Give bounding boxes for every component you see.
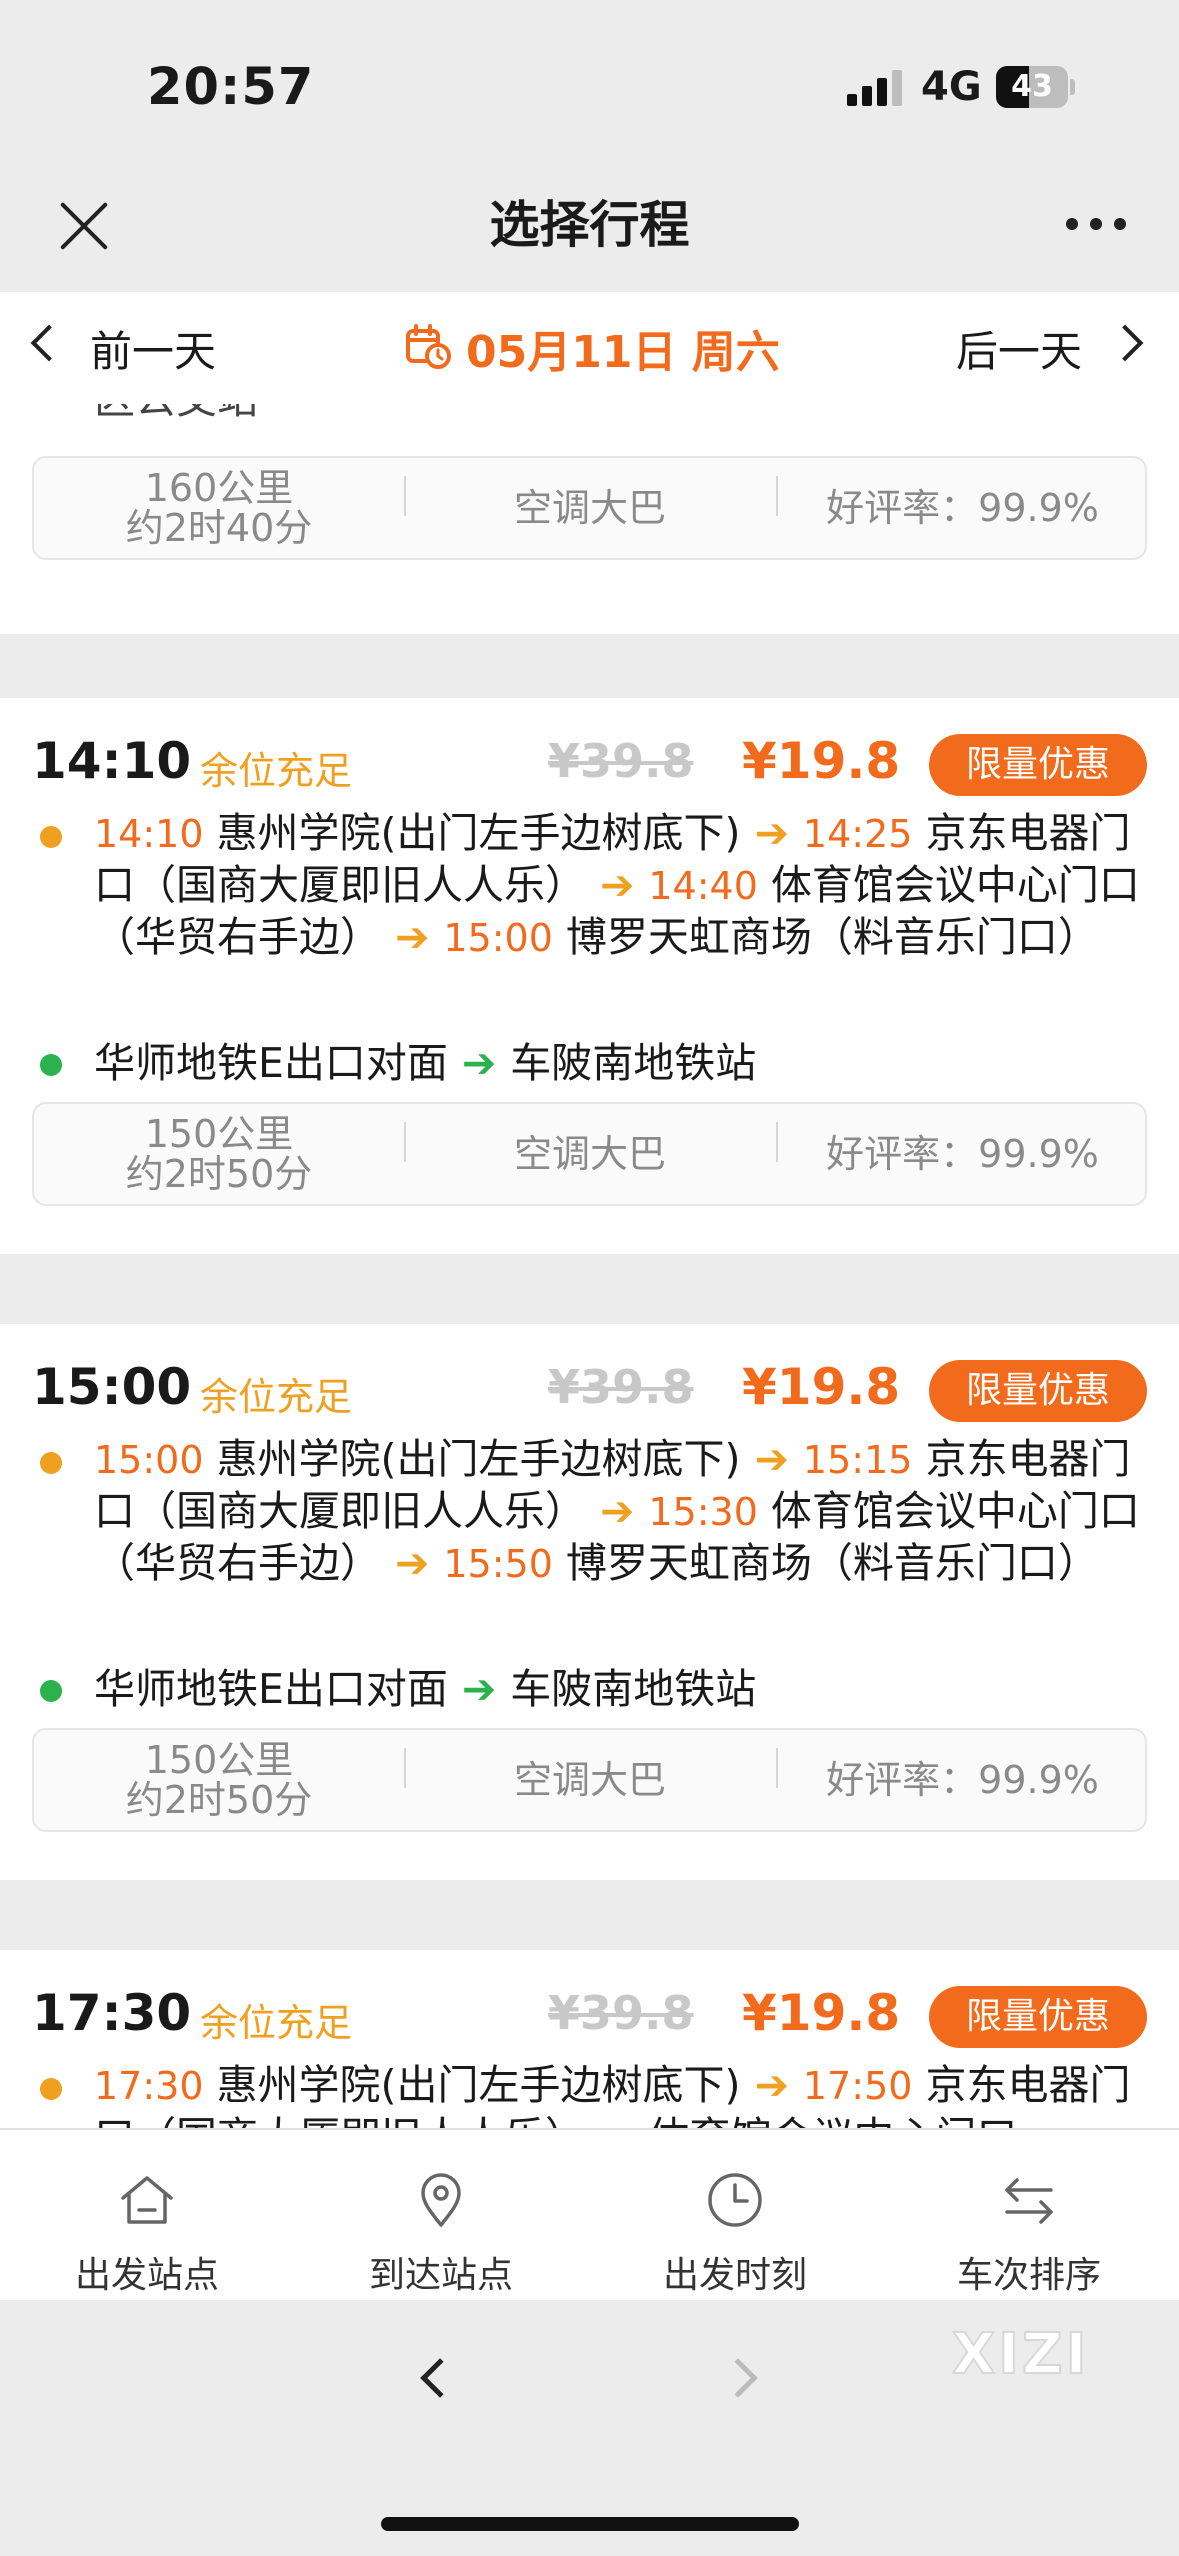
price: ¥19.8 (742, 732, 901, 790)
seat-status: 余位充足 (200, 1375, 353, 1419)
arrow-right-icon: ➔ (600, 861, 635, 909)
stop-cut-text: 区公交站 (94, 404, 1144, 425)
calendar-icon[interactable] (404, 322, 452, 370)
distance: 150公里 (144, 1738, 294, 1782)
original-price: ¥39.8 (548, 734, 694, 788)
departure-time: 17:30 (32, 1984, 192, 2042)
battery-icon: 43 (996, 66, 1075, 108)
departure-time: 15:00 (32, 1358, 192, 1416)
boarding-stops: 14:10 惠州学院(出门左手边树底下) ➔ 14:25 京东电器门口（国商大厦即旧… (94, 809, 1140, 961)
departure-time: 14:10 (32, 732, 192, 790)
boarding-stops: 15:00 惠州学院(出门左手边树底下) ➔ 15:15 京东电器门口（国商大厦即旧… (94, 1435, 1140, 1587)
alighting-stops: 华师地铁E出口对面 ➔ 车陂南地铁站 (94, 1039, 757, 1087)
tab-departure-station[interactable]: 出发站点 (0, 2170, 294, 2298)
original-price: ¥39.8 (548, 1986, 694, 2040)
trip-card[interactable]: 15:00 余位充足 ¥39.8 ¥19.8 限量优惠 15:00 惠州学院(出… (0, 1324, 1179, 1880)
price: ¥19.8 (742, 1984, 901, 2042)
alighting-dot-icon (40, 1680, 62, 1702)
seat-status: 余位充足 (200, 749, 353, 793)
tab-label: 车次排序 (956, 2255, 1101, 2296)
distance: 150公里 (144, 1112, 294, 1156)
arrow-right-icon: ➔ (600, 1487, 635, 1535)
sort-arrows-icon (1005, 2178, 1053, 2224)
seat-status: 余位充足 (200, 2001, 353, 2045)
location-pin-icon (421, 2173, 461, 2227)
bus-type: 空调大巴 (513, 486, 666, 530)
trip-card-partial[interactable]: 区公交站 160公里 约2时40分 空调大巴 好评率：99.9% (0, 404, 1179, 634)
trip-card[interactable]: 14:10 余位充足 ¥39.8 ¥19.8 限量优惠 14:10 惠州学院(出… (0, 698, 1179, 1254)
boarding-stops: 17:30 惠州学院(出门左手边树底下)➔17:50 京东电器门口（国商大厦即旧… (94, 2060, 1144, 2128)
page-title: 选择行程 (489, 196, 690, 254)
trip-info-box: 150公里 约2时50分 空调大巴 好评率：99.9% (32, 1102, 1147, 1206)
tab-label: 出发站点 (74, 2255, 219, 2296)
tab-sort[interactable]: 车次排序 (882, 2170, 1176, 2298)
duration: 约2时40分 (125, 506, 313, 550)
price: ¥19.8 (742, 1358, 901, 1416)
rating: 好评率：99.9% (826, 486, 1099, 530)
alighting-stops: 华师地铁E出口对面 ➔ 车陂南地铁站 (94, 1665, 757, 1713)
more-icon[interactable] (1066, 218, 1126, 232)
original-price: ¥39.8 (548, 1360, 694, 1414)
boarding-dot-icon (40, 826, 62, 848)
clock-icon (708, 2173, 762, 2227)
home-indicator[interactable] (381, 2517, 799, 2531)
trip-info-box: 160公里 约2时40分 空调大巴 好评率：99.9% (32, 456, 1147, 560)
distance: 160公里 (144, 466, 294, 510)
watermark: XIZI (951, 2321, 1090, 2388)
bus-type: 空调大巴 (513, 1758, 666, 1802)
signal-icon (847, 70, 903, 106)
home-icon (121, 2176, 173, 2224)
arrow-right-icon: ➔ (754, 809, 789, 857)
alighting-dot-icon (40, 1054, 62, 1076)
arrow-right-icon: ➔ (461, 1039, 497, 1087)
arrow-right-icon: ➔ (461, 1665, 497, 1713)
promo-badge: 限量优惠 (929, 734, 1147, 796)
arrow-right-icon: ➔ (395, 1539, 430, 1587)
arrow-right-icon: ➔ (754, 2061, 789, 2109)
tab-label: 出发时刻 (662, 2255, 807, 2296)
bus-type: 空调大巴 (513, 1132, 666, 1176)
boarding-dot-icon (40, 1452, 62, 1474)
arrow-right-icon: ➔ (600, 2112, 634, 2128)
arrow-right-icon: ➔ (754, 1435, 789, 1483)
promo-badge: 限量优惠 (929, 1986, 1147, 2048)
trip-list[interactable]: 区公交站 160公里 约2时40分 空调大巴 好评率：99.9% 14:10 余… (0, 404, 1179, 2128)
rating: 好评率：99.9% (826, 1758, 1099, 1802)
arrow-right-icon: ➔ (395, 913, 430, 961)
network-type: 4G (921, 64, 982, 110)
tab-arrival-station[interactable]: 到达站点 (294, 2170, 588, 2298)
duration: 约2时50分 (125, 1152, 313, 1196)
trip-info-box: 150公里 约2时50分 空调大巴 好评率：99.9% (32, 1728, 1147, 1832)
current-date[interactable]: 05月11日 周六 (466, 316, 780, 380)
rating: 好评率：99.9% (826, 1132, 1099, 1176)
trip-card[interactable]: 17:30 余位充足 ¥39.8 ¥19.8 限量优惠 17:30 惠州学院(出… (0, 1950, 1179, 2128)
status-time: 20:57 (147, 58, 315, 117)
battery-level: 43 (1011, 69, 1053, 104)
boarding-dot-icon (40, 2078, 62, 2100)
promo-badge: 限量优惠 (929, 1360, 1147, 1422)
prev-day-button[interactable]: 前一天 (90, 318, 216, 379)
tab-departure-time[interactable]: 出发时刻 (588, 2170, 882, 2298)
duration: 约2时50分 (125, 1778, 313, 1822)
tab-label: 到达站点 (368, 2255, 513, 2296)
next-day-button[interactable]: 后一天 (956, 318, 1082, 379)
